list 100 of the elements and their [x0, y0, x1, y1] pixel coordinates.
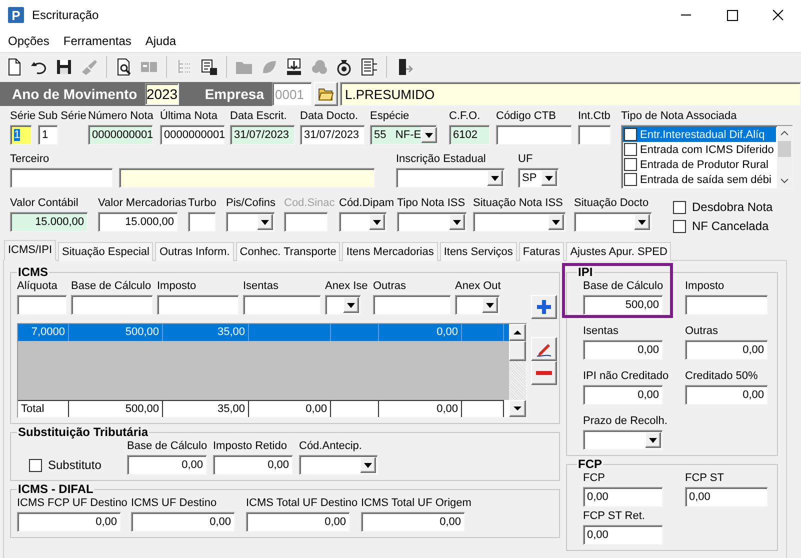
checkbox[interactable] [624, 173, 637, 186]
dropdown-field[interactable] [325, 295, 361, 315]
scrollbar-thumb[interactable] [778, 141, 791, 157]
scroll-up-icon[interactable] [509, 324, 526, 341]
caret-icon[interactable] [257, 214, 273, 230]
list-box[interactable]: Entr.Interestadual Dif.Alíq Entrada com ICMS Diferido Entrada de Produtor Rural Entrada de saída sem débi [621, 125, 793, 189]
tab[interactable]: Conhec. Transporte [236, 242, 340, 261]
input-field[interactable]: 15.000,00 [10, 212, 88, 232]
input-field[interactable]: 1 [10, 125, 32, 145]
input-field[interactable] [578, 125, 611, 145]
input-field[interactable]: 0,00 [583, 385, 663, 405]
checkbox[interactable] [673, 200, 686, 214]
dropdown-field[interactable] [583, 430, 663, 450]
edit-button[interactable] [531, 337, 557, 361]
dropdown-field[interactable] [339, 212, 387, 232]
input-field[interactable]: 0,00 [583, 487, 663, 507]
menu-item[interactable]: Opções [1, 31, 56, 51]
input-field[interactable] [188, 212, 216, 232]
list-item[interactable]: Entr.Interestadual Dif.Alíq [623, 127, 776, 142]
input-field[interactable]: 0000000001 [88, 125, 153, 145]
input-field[interactable]: 0,00 [213, 455, 293, 475]
list-item[interactable]: Entrada de Produtor Rural [623, 157, 776, 172]
input-field[interactable]: 15.000,00 [98, 212, 178, 232]
caret-icon[interactable] [482, 297, 498, 313]
tab[interactable]: Ajustes Apur. SPED [566, 242, 672, 261]
field-label: Sub Série [38, 109, 86, 123]
tab[interactable]: Situação Especial [58, 242, 154, 261]
input-field[interactable] [157, 295, 239, 315]
scroll-down-icon[interactable] [509, 400, 526, 417]
input-field[interactable]: 0000000001 [160, 125, 225, 145]
menu-item[interactable]: Ferramentas [56, 31, 138, 51]
input-field[interactable] [17, 295, 67, 315]
list-item[interactable]: Entrada com ICMS Diferido [623, 142, 776, 157]
checkbox[interactable] [624, 128, 637, 141]
caret-icon[interactable] [360, 457, 376, 473]
caret-icon[interactable] [343, 297, 359, 313]
caret-icon[interactable] [369, 214, 385, 230]
caret-icon[interactable] [634, 214, 650, 230]
add-button[interactable] [531, 295, 557, 319]
input-field[interactable]: 6102 [449, 125, 490, 145]
input-field[interactable]: 0,00 [583, 340, 663, 360]
input-field[interactable]: 0,00 [583, 525, 663, 545]
caret-icon[interactable] [487, 170, 503, 186]
caret-icon[interactable] [449, 214, 465, 230]
checklist-icon[interactable] [359, 56, 379, 76]
input-field[interactable] [243, 295, 321, 315]
dropdown-field[interactable] [397, 212, 467, 232]
input-field[interactable] [685, 295, 768, 315]
tab[interactable]: Itens Mercadorias [342, 242, 438, 261]
input-field[interactable]: 31/07/2023 [300, 125, 365, 145]
field-label: ICMS FCP UF Destino [17, 496, 128, 510]
company-name-field[interactable]: L.PRESUMIDO [340, 82, 801, 106]
checkbox[interactable] [624, 143, 637, 156]
input-field[interactable] [10, 168, 113, 188]
dropdown-field[interactable] [299, 455, 378, 475]
menu-item[interactable]: Ajuda [138, 31, 184, 51]
dropdown-field[interactable] [574, 212, 652, 232]
dropdown-field[interactable] [226, 212, 275, 232]
tab[interactable]: Itens Serviços [440, 242, 517, 261]
input-field[interactable] [119, 168, 375, 188]
open-folder-button[interactable] [314, 82, 338, 106]
input-field[interactable] [373, 295, 451, 315]
dropdown-field[interactable]: SP [518, 168, 559, 188]
input-field[interactable]: 0,00 [131, 512, 235, 532]
field-label: Int.Ctb [578, 109, 610, 123]
remove-button[interactable] [531, 361, 557, 385]
download-icon[interactable] [284, 56, 304, 76]
input-field[interactable] [71, 295, 153, 315]
input-field[interactable]: 0,00 [685, 487, 768, 507]
table-row[interactable]: 7,0000 500,00 35,00 0,00 [18, 324, 509, 341]
scrollbar-thumb[interactable] [509, 341, 526, 361]
caret-icon[interactable] [645, 432, 661, 448]
input-field[interactable]: 0,00 [246, 512, 350, 532]
dropdown-field[interactable]: 55 NF-E [370, 125, 437, 145]
stamp-icon[interactable] [199, 56, 219, 76]
dropdown-field[interactable] [396, 168, 505, 188]
group-title: Substituição Tributária [17, 425, 150, 439]
year-field[interactable]: 2023 [145, 83, 179, 105]
checkbox[interactable] [29, 458, 42, 472]
input-field[interactable]: 0,00 [685, 340, 768, 360]
input-field[interactable]: 31/07/2023 [230, 125, 295, 145]
checkbox[interactable] [673, 220, 686, 232]
caret-icon[interactable] [421, 127, 438, 143]
dropdown-field[interactable] [455, 295, 500, 315]
list-item[interactable]: Entrada de saída sem débi [623, 172, 776, 187]
tab[interactable]: ICMS/IPI [4, 240, 56, 261]
input-field[interactable]: 500,00 [583, 295, 663, 315]
tab[interactable]: Faturas [518, 242, 564, 261]
input-field[interactable]: 0,00 [361, 512, 465, 532]
caret-icon[interactable] [548, 214, 564, 230]
field-label: Cód.Antecip. [299, 439, 362, 453]
input-field[interactable]: 1 [38, 125, 58, 145]
caret-icon[interactable] [541, 170, 557, 186]
dropdown-field[interactable] [473, 212, 566, 232]
input-field[interactable]: 0,00 [685, 385, 768, 405]
tab[interactable]: Outras Inform. [155, 242, 234, 261]
input-field[interactable]: 0,00 [17, 512, 121, 532]
input-field[interactable] [496, 125, 572, 145]
checkbox[interactable] [624, 158, 637, 171]
input-field[interactable]: 0,00 [127, 455, 207, 475]
